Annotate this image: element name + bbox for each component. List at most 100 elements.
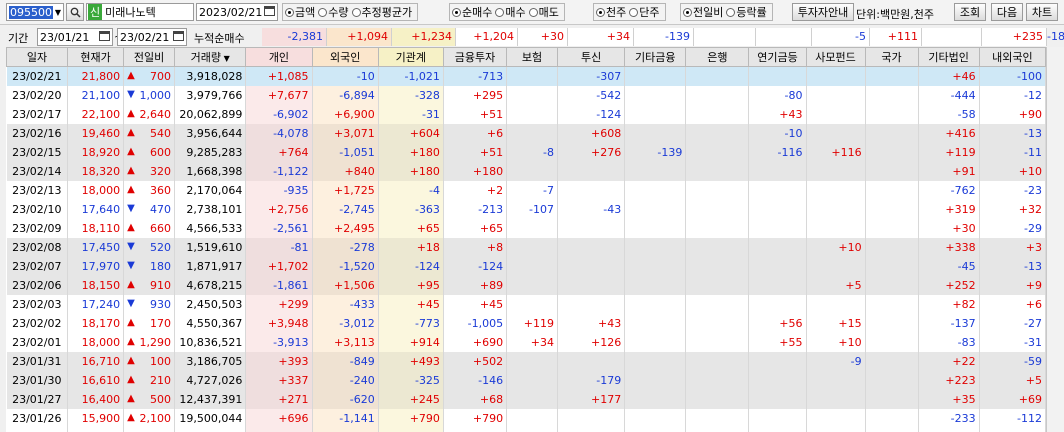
radio-dot-icon[interactable] bbox=[629, 7, 639, 17]
investor-net-cell bbox=[748, 199, 807, 219]
table-row[interactable]: 23/02/07 17,970 ▼ 180 1,871,917 +1,702 -1,520-… bbox=[6, 256, 1046, 276]
investor-net-cell: +8 bbox=[443, 237, 508, 257]
calendar-icon[interactable] bbox=[173, 30, 184, 44]
investor-net-cell bbox=[865, 161, 919, 181]
radio-dot-icon[interactable] bbox=[726, 7, 736, 17]
investor-net-cell: +180 bbox=[443, 161, 508, 181]
column-header[interactable]: 전일비 bbox=[123, 47, 176, 67]
table-row[interactable]: 23/02/15 18,920 ▲ 600 9,285,283 +764 -1,051 +18… bbox=[6, 142, 1046, 162]
table-row[interactable]: 23/02/06 18,150 ▲ 910 4,678,215 -1,861 +1,506 +… bbox=[6, 275, 1046, 295]
search-icon[interactable] bbox=[66, 3, 84, 21]
radio-group3-1[interactable]: 단주 bbox=[629, 4, 660, 20]
investor-net-cell: +35 bbox=[918, 389, 980, 409]
volume-cell: 3,186,705 bbox=[174, 351, 247, 371]
vertical-scrollbar[interactable] bbox=[1046, 47, 1064, 432]
investor-net-cell bbox=[865, 256, 919, 276]
radio-dot-icon[interactable] bbox=[495, 7, 505, 17]
table-row[interactable]: 23/01/30 16,610 ▲ 210 4,727,026 +337 -240 -325-… bbox=[6, 370, 1046, 390]
column-header[interactable]: 금융투자 bbox=[442, 47, 508, 67]
radio-dot-icon[interactable] bbox=[452, 7, 461, 17]
investor-table-container[interactable]: 일자 현재가 전일비 거래량 ▼ 개인 외국인 기관계 금융투자 보험 투신 기타금융 은행 연기금등 사… bbox=[6, 47, 1046, 432]
chevron-down-icon[interactable]: ▼ bbox=[221, 54, 230, 63]
chevron-down-icon[interactable]: ▼ bbox=[55, 8, 61, 17]
table-row[interactable]: 23/02/10 17,640 ▼ 470 2,738,101 +2,756 -2,745-… bbox=[6, 199, 1046, 219]
radio-group1-0[interactable]: 금액 bbox=[285, 4, 315, 20]
radio-dot-icon[interactable] bbox=[596, 7, 605, 17]
investor-net-cell bbox=[557, 180, 626, 200]
radio-group1-2[interactable]: 추정평균가 bbox=[351, 4, 412, 20]
investor-net-cell: +24 bbox=[918, 427, 980, 432]
radio-dot-icon[interactable] bbox=[285, 7, 294, 17]
radio-group2-1[interactable]: 매수 bbox=[495, 4, 526, 20]
table-row[interactable]: 23/02/17 22,100 ▲ 2,640 20,062,899 -6,902 +6,9… bbox=[6, 104, 1046, 124]
radio-group1-1[interactable]: 수량 bbox=[318, 4, 349, 20]
table-row[interactable]: 23/02/16 19,460 ▲ 540 3,956,644 -4,078 +3,071 +… bbox=[6, 123, 1046, 143]
radio-group4-0[interactable]: 전일비 bbox=[683, 4, 723, 20]
table-row[interactable]: 23/02/01 18,000 ▲ 1,290 10,836,521 -3,913 +3,1… bbox=[6, 332, 1046, 352]
column-header[interactable]: 연기금등 bbox=[748, 47, 807, 67]
radio-group2-0[interactable]: 순매수 bbox=[452, 4, 492, 20]
investor-net-cell bbox=[748, 351, 807, 371]
column-header[interactable]: 기타금융 bbox=[624, 47, 687, 67]
radio-group4-1[interactable]: 등락률 bbox=[726, 4, 767, 20]
table-row[interactable]: 23/01/26 15,900 ▲ 2,100 19,500,044 +696 -1,141… bbox=[6, 408, 1046, 428]
table-row[interactable]: 23/02/02 18,170 ▲ 170 4,550,367 +3,948 -3,012-… bbox=[6, 313, 1046, 333]
volume-cell: 20,062,899 bbox=[174, 104, 247, 124]
column-header[interactable]: 은행 bbox=[685, 47, 750, 67]
radio-label: 수량 bbox=[328, 6, 349, 19]
investor-net-cell bbox=[685, 275, 750, 295]
column-header[interactable]: 외국인 bbox=[311, 47, 379, 67]
cumulative-sum-cell: -2,381 bbox=[262, 28, 327, 46]
column-header[interactable]: 보험 bbox=[506, 47, 558, 67]
column-header[interactable]: 사모펀드 bbox=[805, 47, 866, 67]
investor-net-cell bbox=[506, 389, 558, 409]
investor-guide-button[interactable]: 투자자안내 bbox=[792, 3, 854, 21]
column-header[interactable]: 거래량 ▼ bbox=[174, 47, 247, 67]
new-listing-badge: 신 bbox=[88, 4, 103, 20]
investor-net-cell: +223 bbox=[918, 370, 980, 390]
investor-net-cell: -7 bbox=[506, 180, 558, 200]
column-header[interactable]: 기관계 bbox=[377, 47, 444, 67]
next-button[interactable]: 다음 bbox=[991, 3, 1023, 21]
investor-net-cell bbox=[685, 332, 750, 352]
radio-dot-icon[interactable] bbox=[318, 7, 328, 17]
table-row[interactable]: 23/02/03 17,240 ▼ 930 2,450,503 +299 -433 +45 +4… bbox=[6, 294, 1046, 314]
period-start-date[interactable]: 23/01/21 bbox=[37, 28, 113, 46]
table-row[interactable]: 23/02/08 17,450 ▼ 520 1,519,610 -81 -278 +18 +8 +… bbox=[6, 237, 1046, 257]
investor-net-cell: -31 bbox=[979, 332, 1046, 352]
volume-cell: 2,450,503 bbox=[174, 294, 247, 314]
column-header[interactable]: 개인 bbox=[245, 47, 313, 67]
radio-label: 매도 bbox=[538, 6, 559, 19]
column-header[interactable]: 현재가 bbox=[67, 47, 125, 67]
stock-name-field[interactable]: 신 미래나노텍 bbox=[86, 3, 194, 21]
table-row[interactable]: 23/01/31 16,710 ▲ 100 3,186,705 +393 -849 +493 +… bbox=[6, 351, 1046, 371]
date-picker[interactable]: 2023/02/21 bbox=[196, 3, 278, 21]
period-end-date[interactable]: 23/02/21 bbox=[117, 28, 187, 46]
investor-net-cell bbox=[806, 104, 866, 124]
query-button[interactable]: 조회 bbox=[954, 3, 986, 21]
change-value: 470 bbox=[150, 202, 172, 216]
table-row[interactable]: 23/01/27 16,400 ▲ 500 12,437,391 +271 -620 +245… bbox=[6, 389, 1046, 409]
radio-group2-2[interactable]: 매도 bbox=[528, 4, 559, 20]
stock-code-input[interactable]: 095500 ▼ bbox=[6, 3, 64, 21]
column-header[interactable]: 투신 bbox=[556, 47, 626, 67]
column-header[interactable]: 내외국인 bbox=[978, 47, 1046, 67]
table-row[interactable]: 23/02/09 18,110 ▲ 660 4,566,533 -2,561 +2,495 +… bbox=[6, 218, 1046, 238]
radio-group3-0[interactable]: 천주 bbox=[596, 4, 626, 20]
radio-dot-icon[interactable] bbox=[351, 7, 361, 17]
column-header[interactable]: 기타법인 bbox=[917, 47, 980, 67]
volume-cell: 3,979,766 bbox=[174, 85, 247, 105]
table-row[interactable]: 23/02/13 18,000 ▲ 360 2,170,064 -935 +1,725 -4 +… bbox=[6, 180, 1046, 200]
column-header[interactable]: 일자 bbox=[6, 47, 69, 67]
table-row[interactable]: 23/02/21 21,800 ▲ 700 3,918,028 +1,085 -10 -1,0… bbox=[6, 66, 1046, 86]
chart-button[interactable]: 차트 bbox=[1026, 3, 1058, 21]
table-row[interactable]: 23/02/14 18,320 ▲ 320 1,668,398 -1,122 +840 +18… bbox=[6, 161, 1046, 181]
table-row[interactable]: 23/02/20 21,100 ▼ 1,000 3,979,766 +7,677 -6,89… bbox=[6, 85, 1046, 105]
column-header[interactable]: 국가 bbox=[864, 47, 919, 67]
calendar-icon[interactable] bbox=[99, 30, 110, 44]
radio-dot-icon[interactable] bbox=[528, 7, 538, 17]
radio-dot-icon[interactable] bbox=[683, 7, 692, 17]
table-row[interactable]: 23/01/2513,800▼50850,538-856+236+573+563… bbox=[6, 427, 1046, 432]
calendar-icon[interactable] bbox=[264, 5, 275, 19]
investor-net-cell: +1,725 bbox=[312, 180, 379, 200]
